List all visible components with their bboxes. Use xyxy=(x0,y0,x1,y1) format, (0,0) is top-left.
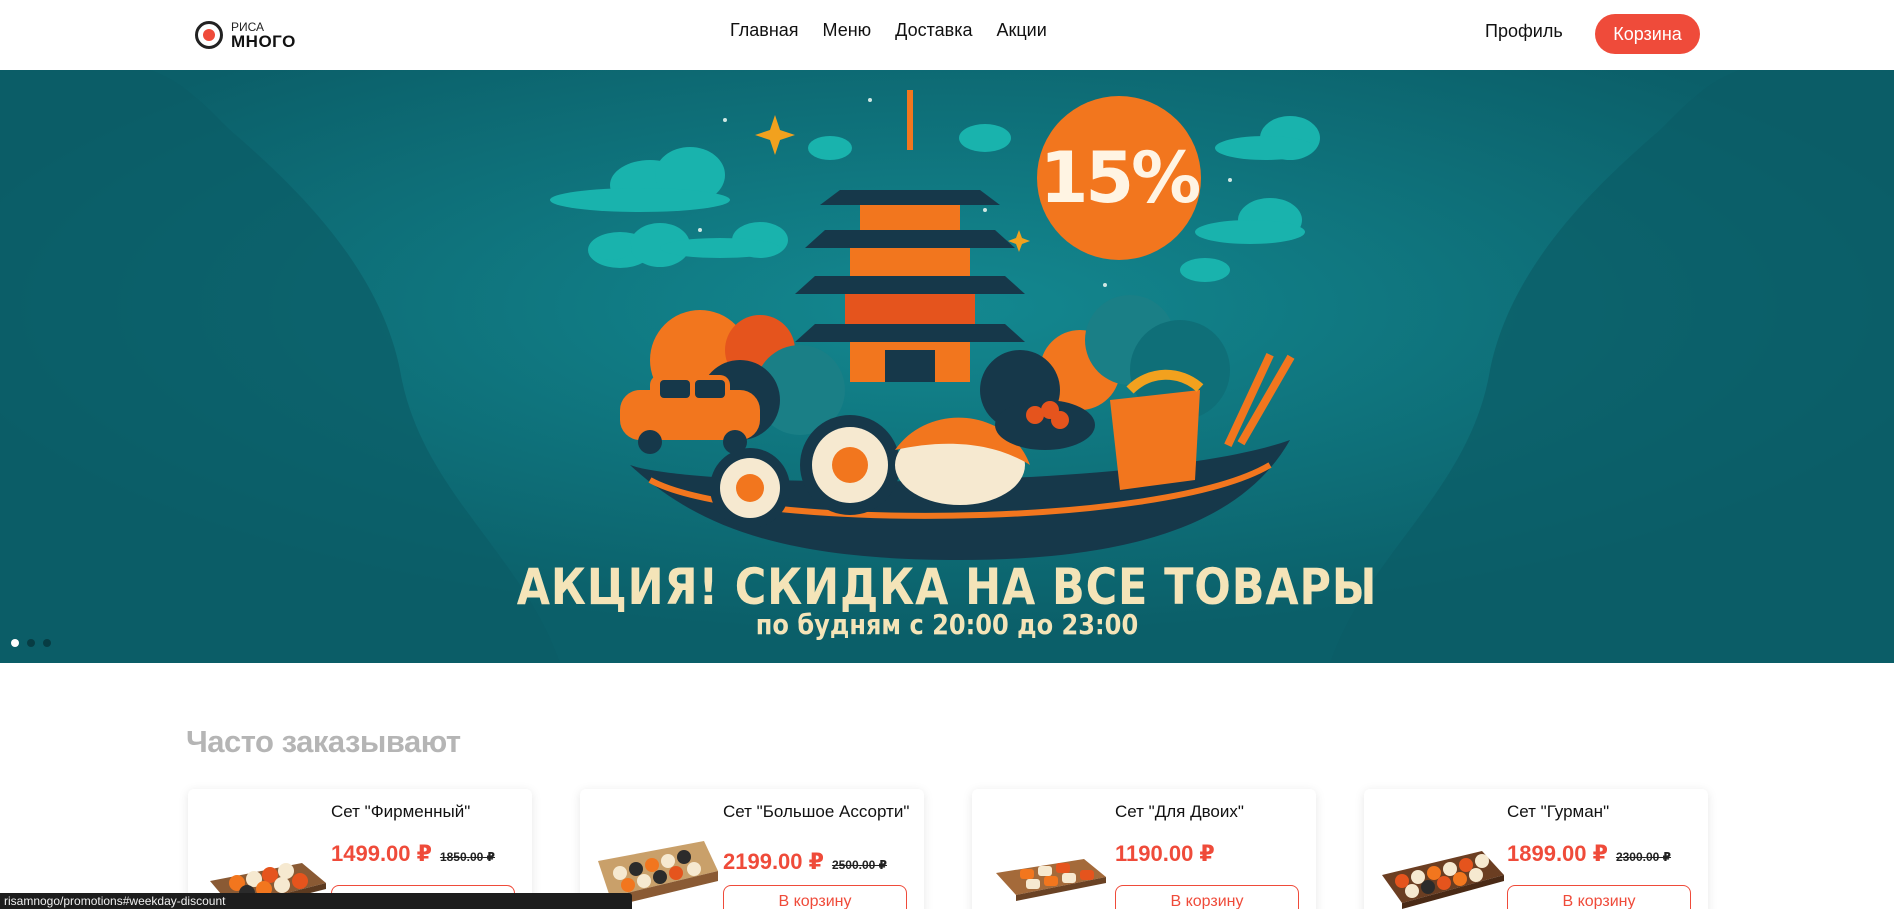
banner-subtitle: по будням с 20:00 до 23:00 xyxy=(755,608,1139,641)
main-nav: Главная Меню Доставка Акции xyxy=(730,20,1047,41)
status-bar-url: risamnogo/promotions#weekday-discount xyxy=(0,893,632,909)
nav-link-home[interactable]: Главная xyxy=(730,20,799,41)
product-name: Сет "Большое Ассорти" xyxy=(723,802,910,821)
promo-banner[interactable]: 15% АКЦИЯ! СКИДКА НА ВСЕ ТОВАРЫ по будня… xyxy=(0,70,1894,663)
product-old-price: 2300.00 ₽ xyxy=(1615,850,1672,864)
product-price: 1499.00 ₽ xyxy=(331,841,432,866)
product-card[interactable]: Сет "Большое Ассорти" 2199.00 ₽ 2500.00 … xyxy=(580,789,924,909)
price-row: 1899.00 ₽ 2300.00 ₽ xyxy=(1507,841,1671,867)
slider-dots xyxy=(11,639,51,647)
price-row: 1190.00 ₽ xyxy=(1115,841,1215,867)
nav-link-menu[interactable]: Меню xyxy=(823,20,872,41)
cart-button[interactable]: Корзина xyxy=(1595,14,1700,54)
logo-text: РИСА МНОГО xyxy=(231,21,296,50)
product-card[interactable]: Сет "Гурман" 1899.00 ₽ 2300.00 ₽ В корзи… xyxy=(1364,789,1708,909)
logo-text-bottom: МНОГО xyxy=(231,31,296,51)
product-name: Сет "Гурман" xyxy=(1507,802,1610,821)
product-price: 1899.00 ₽ xyxy=(1507,841,1608,866)
nav-link-promotions[interactable]: Акции xyxy=(996,20,1046,41)
product-old-price: 1850.00 ₽ xyxy=(439,850,496,864)
product-name: Сет "Фирменный" xyxy=(331,802,471,821)
slider-dot-1[interactable] xyxy=(11,639,19,647)
product-old-price: 2500.00 ₽ xyxy=(831,858,888,872)
product-name: Сет "Для Двоих" xyxy=(1115,802,1244,821)
price-row: 2199.00 ₽ 2500.00 ₽ xyxy=(723,849,887,875)
product-price: 2199.00 ₽ xyxy=(723,849,824,874)
product-cards: Сет "Фирменный" 1499.00 ₽ 1850.00 ₽ В ко… xyxy=(188,789,1708,909)
product-image[interactable] xyxy=(1378,811,1506,909)
logo-icon xyxy=(195,21,223,49)
section-title-popular: Часто заказывают xyxy=(186,724,461,759)
product-image[interactable] xyxy=(986,811,1114,909)
product-price: 1190.00 ₽ xyxy=(1115,841,1215,866)
profile-link[interactable]: Профиль xyxy=(1485,21,1563,42)
site-logo[interactable]: РИСА МНОГО xyxy=(195,18,296,52)
nav-link-delivery[interactable]: Доставка xyxy=(895,20,972,41)
site-header: РИСА МНОГО Главная Меню Доставка Акции П… xyxy=(0,0,1894,70)
slider-dot-2[interactable] xyxy=(27,639,35,647)
add-to-cart-button[interactable]: В корзину xyxy=(1115,885,1299,909)
product-card[interactable]: Сет "Для Двоих" 1190.00 ₽ В корзину xyxy=(972,789,1316,909)
price-row: 1499.00 ₽ 1850.00 ₽ xyxy=(331,841,495,867)
add-to-cart-button[interactable]: В корзину xyxy=(723,885,907,909)
add-to-cart-button[interactable]: В корзину xyxy=(1507,885,1691,909)
logo-text-top: РИСА xyxy=(231,19,265,34)
product-card[interactable]: Сет "Фирменный" 1499.00 ₽ 1850.00 ₽ В ко… xyxy=(188,789,532,909)
discount-badge: 15% xyxy=(1037,96,1201,260)
slider-dot-3[interactable] xyxy=(43,639,51,647)
